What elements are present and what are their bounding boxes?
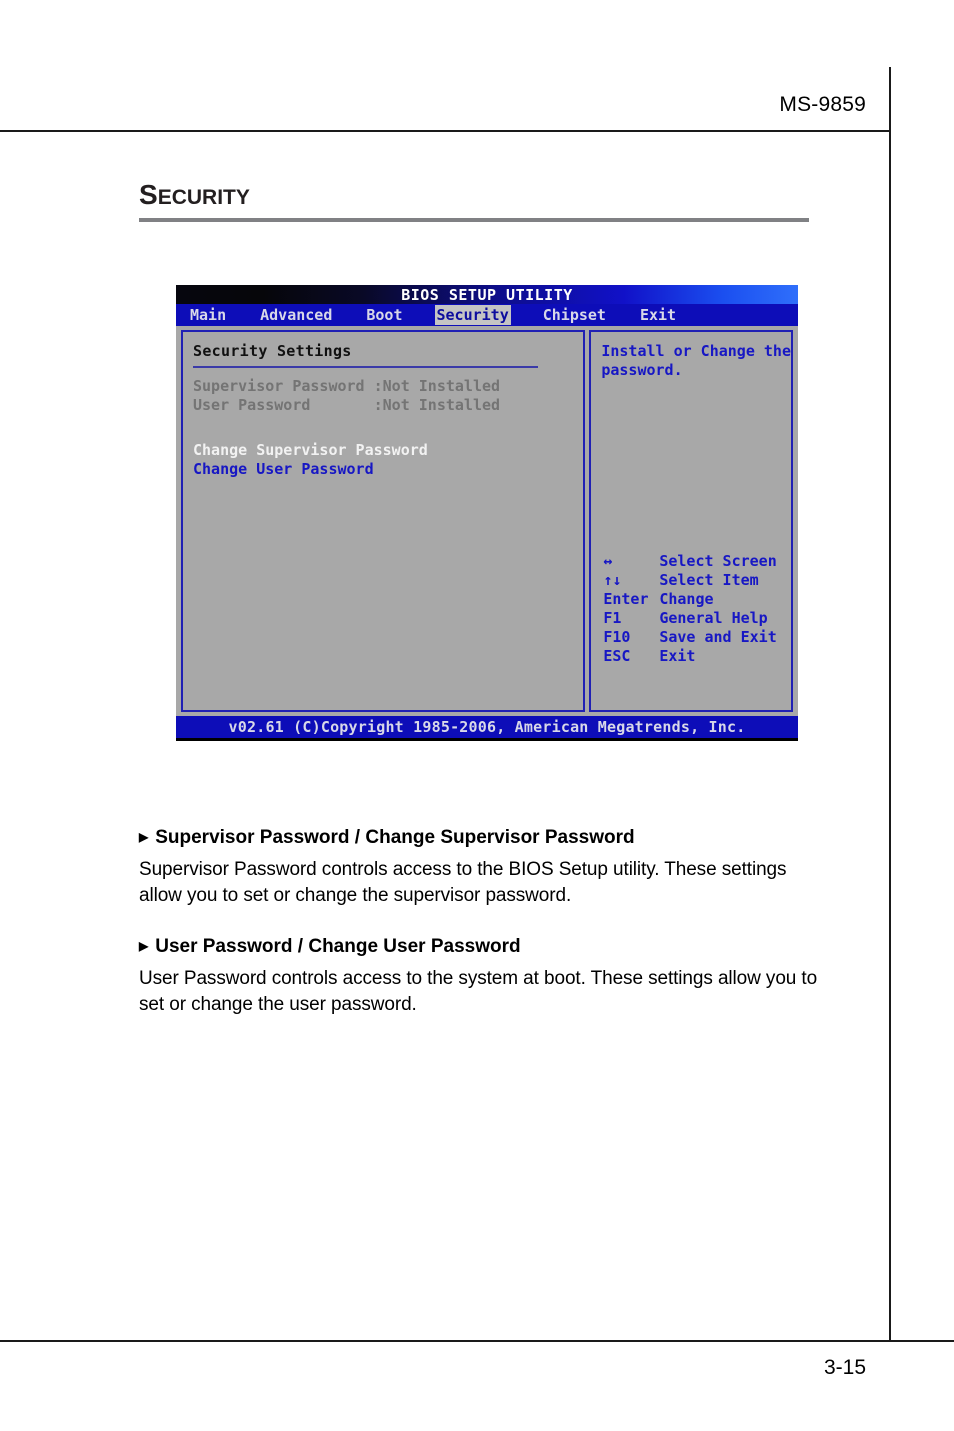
help-text-line-1: Install or Change the [601, 342, 791, 360]
key-label-enter: Enter [603, 590, 649, 608]
bios-setup-screenshot: BIOS SETUP UTILITY Main Advanced Boot Se… [176, 285, 798, 741]
bullet-heading-supervisor-password: ▶ Supervisor Password / Change Superviso… [139, 826, 829, 850]
key-legend-row-esc: ESC Exit [603, 647, 776, 666]
arrows-vertical-icon: ↑↓ [603, 571, 622, 589]
key-label-esc: ESC [603, 647, 631, 665]
bios-menu-security[interactable]: Security [434, 305, 511, 325]
footer-rule [0, 1340, 954, 1342]
bios-menu-advanced[interactable]: Advanced [258, 305, 334, 325]
key-legend-row-select-item: ↑↓ Select Item [603, 571, 776, 590]
page-title-rest: ECURITY [157, 186, 250, 209]
header-rule [0, 130, 891, 132]
key-legend-desc: Select Screen [659, 552, 777, 570]
help-text-line-2: password. [601, 361, 683, 379]
user-password-status: User Password :Not Installed [193, 396, 501, 414]
key-legend-row-f1: F1 General Help [603, 609, 776, 628]
page-right-border [889, 67, 891, 1341]
key-legend-row-select-screen: ↔ Select Screen [603, 552, 776, 571]
key-legend-desc: General Help [659, 609, 768, 627]
key-legend-row-enter: Enter Change [603, 590, 776, 609]
section-title-rule [139, 218, 809, 222]
body-copy: ▶ Supervisor Password / Change Superviso… [139, 826, 829, 1018]
settings-heading: Security Settings [193, 342, 352, 360]
bios-title: BIOS SETUP UTILITY [401, 286, 573, 304]
key-label-f10: F10 [603, 628, 631, 646]
bios-copyright-footer: v02.61 (C)Copyright 1985-2006, American … [176, 716, 798, 738]
triangle-bullet-icon: ▶ [139, 830, 149, 844]
bios-menu-chipset[interactable]: Chipset [541, 305, 608, 325]
key-legend-desc: Change [659, 590, 714, 608]
bios-menu-boot[interactable]: Boot [364, 305, 404, 325]
change-supervisor-password-item[interactable]: Change Supervisor Password [193, 441, 583, 460]
bullet-heading-text: Supervisor Password / Change Supervisor … [155, 827, 635, 848]
key-legend-row-f10: F10 Save and Exit [603, 628, 776, 647]
page-title-capital: S [139, 179, 158, 210]
supervisor-password-status: Supervisor Password :Not Installed [193, 377, 501, 395]
password-action-list: Change Supervisor Password Change User P… [193, 441, 583, 479]
password-status-list: Supervisor Password :Not Installed User … [193, 377, 583, 415]
arrows-horizontal-icon: ↔ [603, 552, 613, 570]
paragraph-supervisor-password: Supervisor Password controls access to t… [139, 859, 787, 906]
bios-settings-panel: Security Settings Supervisor Password :N… [181, 330, 586, 712]
key-legend-desc: Save and Exit [659, 628, 777, 646]
key-legend-desc: Exit [659, 647, 696, 665]
page-number: 3-15 [823, 1356, 866, 1379]
bios-menu-main[interactable]: Main [188, 305, 228, 325]
bios-key-legend: ↔ Select Screen ↑↓ Select Item Enter Cha… [603, 552, 776, 666]
change-user-password-item[interactable]: Change User Password [193, 460, 583, 479]
key-label-f1: F1 [603, 609, 622, 627]
paragraph-user-password: User Password controls access to the sys… [139, 968, 818, 1015]
bios-title-bar: BIOS SETUP UTILITY [176, 285, 798, 304]
bios-body: Security Settings Supervisor Password :N… [176, 326, 798, 716]
bios-menu-bar[interactable]: Main Advanced Boot Security Chipset Exit [176, 304, 798, 326]
page-title: SECURITY [139, 181, 250, 209]
settings-heading-divider [193, 366, 538, 368]
bullet-heading-text: User Password / Change User Password [155, 936, 521, 957]
triangle-bullet-icon: ▶ [139, 939, 149, 953]
document-header-label: MS-9859 [779, 93, 866, 116]
key-legend-desc: Select Item [659, 571, 759, 589]
bullet-heading-user-password: ▶ User Password / Change User Password [139, 935, 829, 959]
bios-menu-exit[interactable]: Exit [638, 305, 678, 325]
bios-help-panel: Install or Change the password. ↔ Select… [589, 330, 793, 712]
